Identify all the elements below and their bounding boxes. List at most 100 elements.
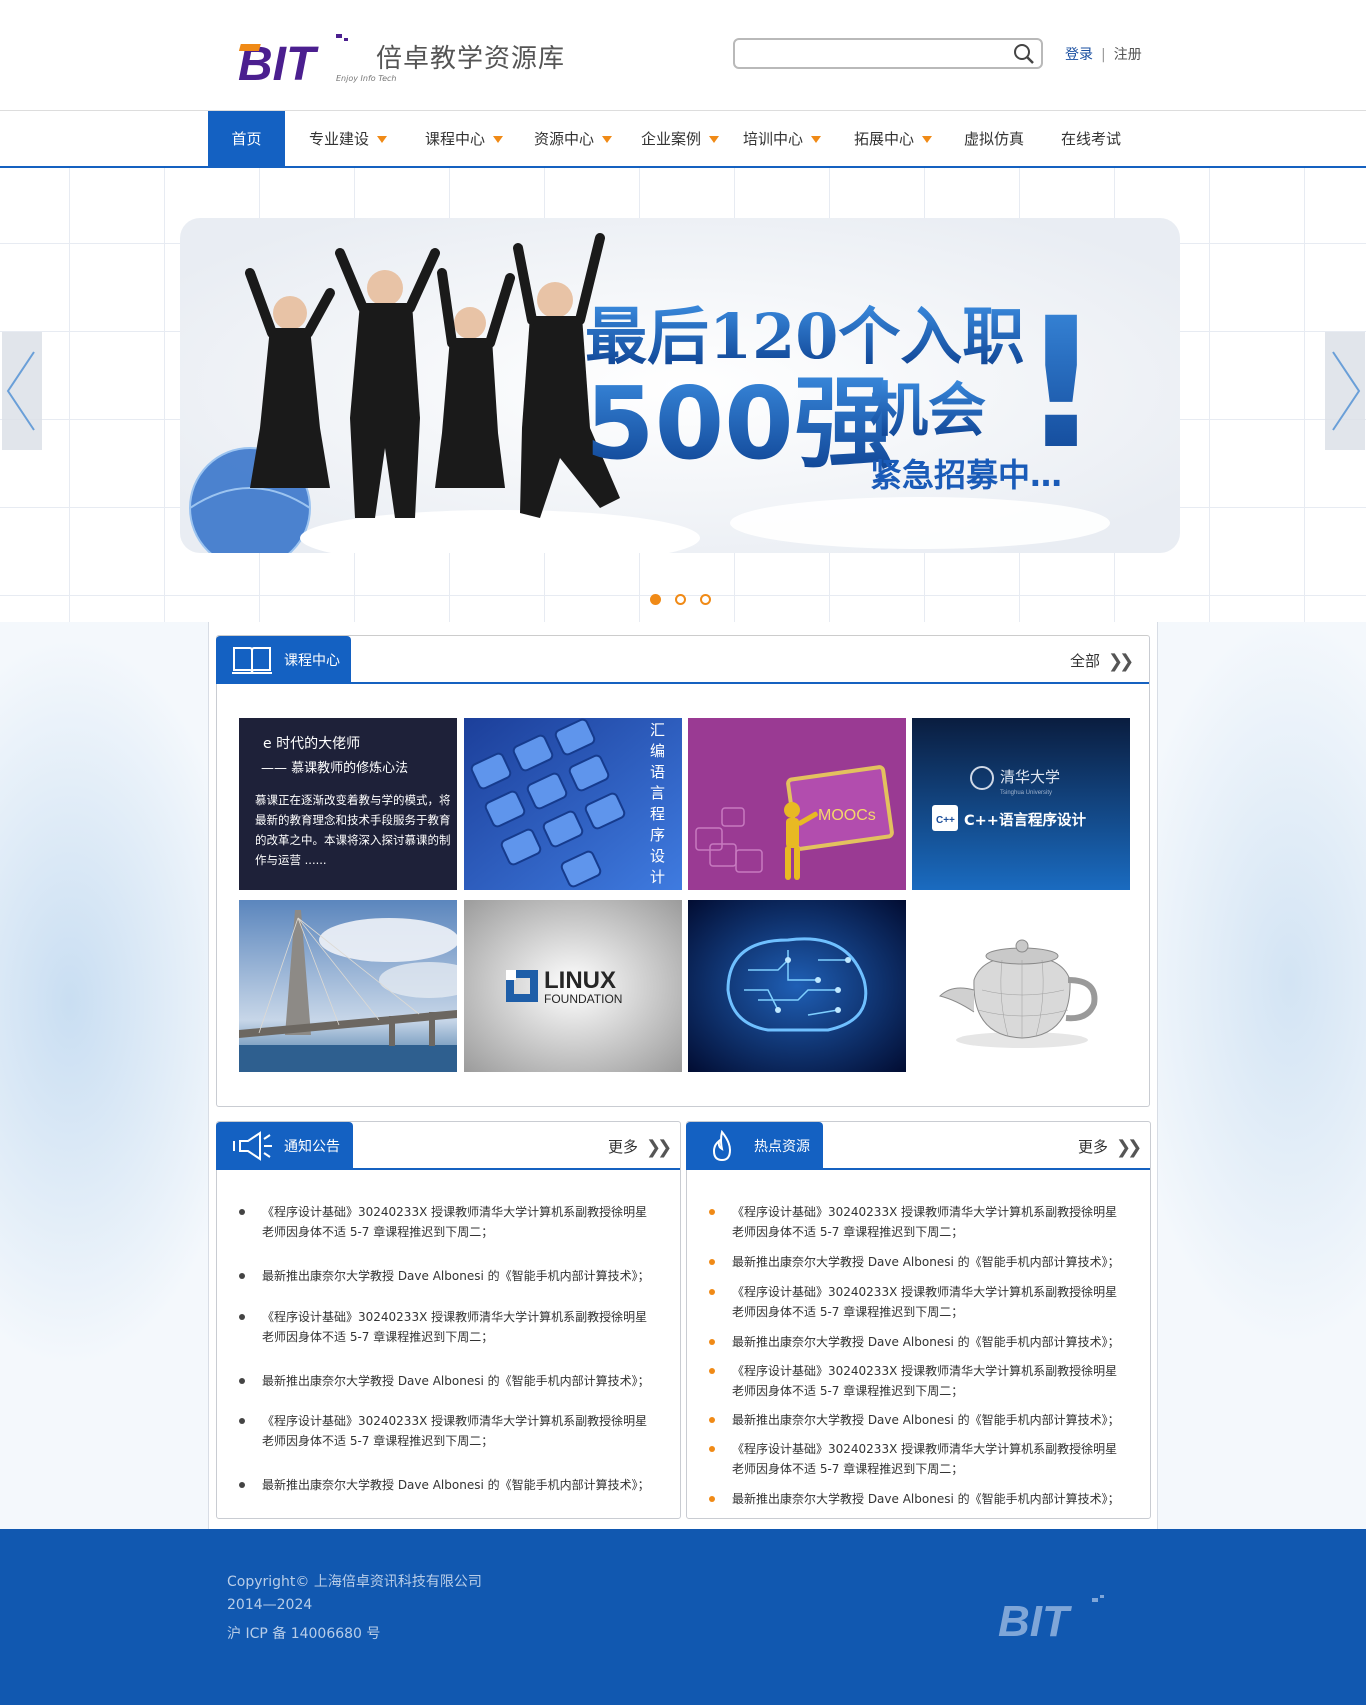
more-label: 更多 — [1078, 1138, 1109, 1156]
register-link[interactable]: 注册 — [1114, 47, 1142, 63]
bullet-icon — [709, 1259, 715, 1265]
search-icon[interactable] — [1013, 43, 1035, 65]
slider-dot-1[interactable] — [650, 594, 661, 605]
bullet-icon — [709, 1209, 715, 1215]
moocs-figure-image: MOOCs — [688, 718, 906, 890]
dropdown-arrow-icon — [493, 136, 504, 143]
tile-school-en: Tsinghua University — [1000, 790, 1052, 796]
list-item-text: 《程序设计基础》30240233X 授课教师清华大学计算机系副教授徐明星老师因身… — [262, 1414, 648, 1448]
nav-label: 虚拟仿真 — [964, 130, 1025, 148]
bullet-icon — [709, 1446, 715, 1452]
book-icon — [232, 647, 272, 674]
double-chevron-right-icon: ❯❯ — [646, 1137, 672, 1158]
tab-label: 通知公告 — [284, 1139, 340, 1155]
hero-banner: 最后120个入职 500强 机会 紧急招募中… ! — [0, 168, 1366, 622]
nav-item-exam[interactable]: 在线考试 — [1061, 111, 1121, 166]
footer-logo-text: BIT — [998, 1597, 1072, 1642]
chevron-left-icon — [6, 351, 35, 431]
nav-item-extension[interactable]: 拓展中心 — [854, 111, 933, 166]
course-tile-moocs[interactable]: MOOCs — [688, 718, 906, 890]
course-panel: 课程中心 全部 ❯❯ e 时代的大佬师 —— 慕课教师的修炼心法 慕课正在逐渐改变… — [216, 635, 1150, 1107]
megaphone-icon — [233, 1131, 272, 1161]
hot-more-link[interactable]: 更多 ❯❯ — [1078, 1136, 1142, 1158]
course-all-link[interactable]: 全部 ❯❯ — [1070, 650, 1134, 672]
login-link[interactable]: 登录 — [1065, 47, 1093, 63]
course-tile-cpp[interactable]: 清华大学 Tsinghua University C++ C++语言程序设计 — [912, 718, 1130, 890]
list-item-text: 最新推出康奈尔大学教授 Dave Albonesi 的《智能手机内部计算技术》； — [262, 1269, 650, 1283]
nav-label: 专业建设 — [309, 130, 370, 148]
tab-hot-resources[interactable]: 热点资源 — [686, 1122, 823, 1170]
tile-linux-line2: FOUNDATION — [544, 992, 622, 1006]
nav-item-simulation[interactable]: 虚拟仿真 — [964, 111, 1024, 166]
tsinghua-cpp-image: 清华大学 Tsinghua University C++ C++语言程序设计 — [912, 718, 1130, 890]
list-item-text: 最新推出康奈尔大学教授 Dave Albonesi 的《智能手机内部计算技术》； — [732, 1335, 1120, 1349]
tile-description: 慕课正在逐渐改变着教与学的模式，将最新的教育理念和技术手段服务于教育的改革之中。… — [255, 793, 451, 867]
notice-panel-header: 通知公告 更多 ❯❯ — [216, 1122, 680, 1170]
notice-more-link[interactable]: 更多 ❯❯ — [608, 1136, 672, 1158]
course-tile-brain[interactable] — [688, 900, 906, 1072]
main-content: 课程中心 全部 ❯❯ e 时代的大佬师 —— 慕课教师的修炼心法 慕课正在逐渐改变… — [208, 622, 1158, 1529]
list-item-text: 《程序设计基础》30240233X 授课教师清华大学计算机系副教授徐明星老师因身… — [732, 1364, 1118, 1398]
dropdown-arrow-icon — [377, 136, 388, 143]
tab-course-center[interactable]: 课程中心 — [216, 636, 351, 684]
nav-item-resources[interactable]: 资源中心 — [534, 111, 613, 166]
bullet-icon — [709, 1417, 715, 1423]
list-item-text: 最新推出康奈尔大学教授 Dave Albonesi 的《智能手机内部计算技术》； — [732, 1413, 1120, 1427]
course-tile-linux[interactable]: LINUX FOUNDATION — [464, 900, 682, 1072]
auth-links: 登录 | 注册 — [1065, 44, 1142, 64]
nav-item-cases[interactable]: 企业案例 — [641, 111, 720, 166]
bullet-icon — [239, 1378, 245, 1384]
linux-foundation-image: LINUX FOUNDATION — [464, 900, 682, 1072]
course-tile-assembly[interactable]: 汇编语言程序设计 — [464, 718, 682, 890]
list-item-text: 最新推出康奈尔大学教授 Dave Albonesi 的《智能手机内部计算技术》； — [262, 1374, 650, 1388]
nav-item-courses[interactable]: 课程中心 — [425, 111, 504, 166]
course-tile-bridge[interactable] — [239, 900, 457, 1072]
logo-subtitle: Enjoy Info Tech — [336, 74, 397, 83]
bullet-icon — [239, 1482, 245, 1488]
nav-item-home[interactable]: 首页 — [208, 111, 285, 166]
nav-label: 首页 — [231, 130, 262, 148]
tile-moocs-label: MOOCs — [818, 807, 876, 824]
list-item-text: 《程序设计基础》30240233X 授课教师清华大学计算机系副教授徐明星老师因身… — [732, 1442, 1118, 1476]
more-label: 全部 — [1070, 652, 1101, 670]
slider-dot-2[interactable] — [675, 594, 686, 605]
list-item-text: 《程序设计基础》30240233X 授课教师清华大学计算机系副教授徐明星老师因身… — [732, 1205, 1118, 1239]
double-chevron-right-icon: ❯❯ — [1116, 1137, 1142, 1158]
double-chevron-right-icon: ❯❯ — [1108, 651, 1134, 672]
bullet-icon — [239, 1209, 245, 1215]
banner-image[interactable]: 最后120个入职 500强 机会 紧急招募中… ! — [180, 218, 1180, 553]
site-header: BIT 倍卓教学资源库 Enjoy Info Tech 登录 | 注册 — [0, 0, 1366, 110]
tile-vertical-text: 汇编语言程序设计 — [650, 721, 666, 886]
bullet-icon — [709, 1368, 715, 1374]
list-item-text: 《程序设计基础》30240233X 授课教师清华大学计算机系副教授徐明星老师因身… — [262, 1205, 648, 1239]
main-nav: 首页 专业建设 课程中心 资源中心 企业案例 培训中心 拓展中心 虚拟仿真 在线… — [0, 110, 1366, 168]
logo-title: 倍卓教学资源库 — [376, 44, 566, 74]
nav-label: 在线考试 — [1061, 130, 1122, 148]
tab-label: 热点资源 — [754, 1139, 810, 1155]
hot-panel-header: 热点资源 更多 ❯❯ — [686, 1122, 1150, 1170]
list-item-text: 《程序设计基础》30240233X 授课教师清华大学计算机系副教授徐明星老师因身… — [262, 1310, 648, 1344]
slider-prev-button[interactable] — [2, 332, 42, 450]
dropdown-arrow-icon — [811, 136, 822, 143]
course-tile-mooc[interactable]: e 时代的大佬师 —— 慕课教师的修炼心法 慕课正在逐渐改变着教与学的模式，将最… — [239, 718, 457, 890]
nav-label: 资源中心 — [534, 130, 595, 148]
course-panel-header: 课程中心 全部 ❯❯ — [216, 636, 1149, 684]
search-input[interactable] — [735, 40, 1005, 67]
site-footer: Copyright© 上海倍卓资讯科技有限公司 2014—2024 沪 ICP … — [0, 1529, 1366, 1705]
dropdown-arrow-icon — [922, 136, 933, 143]
nav-item-major[interactable]: 专业建设 — [309, 111, 388, 166]
course-tile-teapot[interactable] — [912, 900, 1130, 1072]
bullet-icon — [239, 1314, 245, 1320]
tile-school: 清华大学 — [1000, 768, 1060, 786]
tile-linux-line1: LINUX — [544, 967, 616, 994]
list-item-text: 最新推出康奈尔大学教授 Dave Albonesi 的《智能手机内部计算技术》； — [262, 1478, 650, 1492]
tile-cpp-badge: C++ — [936, 815, 955, 826]
bullet-icon — [709, 1289, 715, 1295]
footer-icp[interactable]: 沪 ICP 备 14006680 号 — [227, 1623, 380, 1643]
tab-notices[interactable]: 通知公告 — [216, 1122, 353, 1170]
slider-dot-3[interactable] — [700, 594, 711, 605]
slider-next-button[interactable] — [1325, 332, 1365, 450]
nav-item-training[interactable]: 培训中心 — [743, 111, 822, 166]
tab-label: 课程中心 — [284, 653, 340, 669]
footer-copyright: Copyright© 上海倍卓资讯科技有限公司 — [227, 1574, 482, 1590]
